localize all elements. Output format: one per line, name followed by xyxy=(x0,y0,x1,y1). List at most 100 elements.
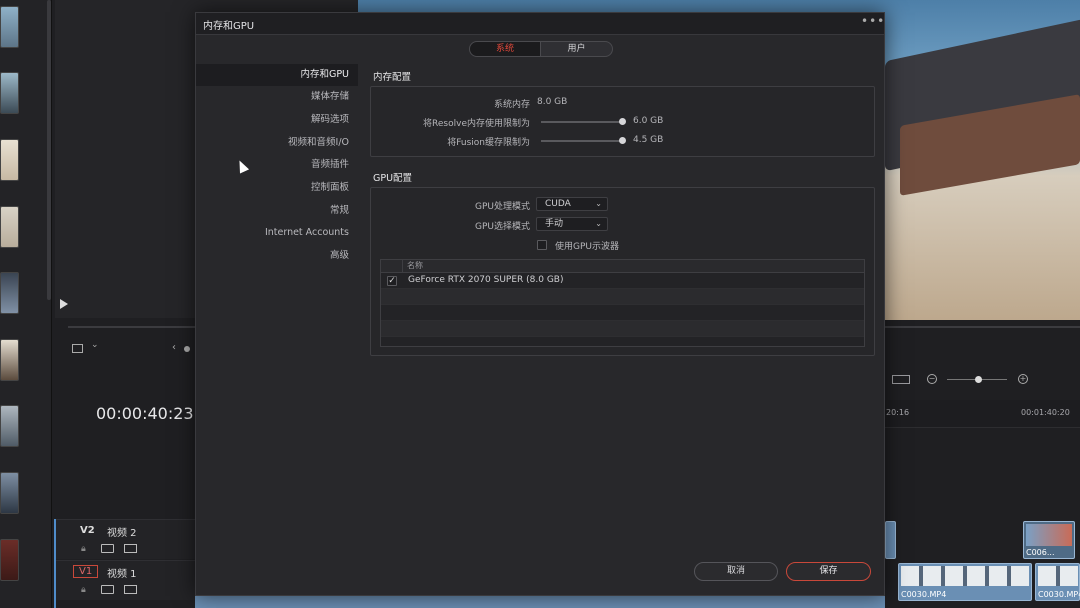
gpu-processing-mode-dropdown[interactable]: CUDA ⌄ xyxy=(536,197,608,211)
clip-thumbnail xyxy=(1038,566,1078,586)
gpu-scope-checkbox[interactable] xyxy=(537,240,547,250)
auto-select-icon[interactable] xyxy=(101,585,114,594)
nav-item-media-storage[interactable]: 媒体存储 xyxy=(196,86,358,108)
track-name: 视频 1 xyxy=(107,569,137,580)
gpu-panel: GPU处理模式 CUDA ⌄ GPU选择模式 手动 ⌄ 使用GPU示波器 名称 … xyxy=(370,187,875,356)
nav-item-advanced[interactable]: 高级 xyxy=(196,245,358,267)
fusion-cache-limit-label: 将Fusion缓存限制为 xyxy=(447,138,530,148)
section-title-memory: 内存配置 xyxy=(373,72,412,83)
fusion-cache-limit-value: 4.5 GB xyxy=(633,135,664,145)
scrollbar[interactable] xyxy=(47,0,51,300)
lock-icon[interactable]: 🔒︎ xyxy=(81,544,86,554)
chevron-down-icon[interactable]: ⌄ xyxy=(91,340,99,350)
nav-item-decode-options[interactable]: 解码选项 xyxy=(196,109,358,131)
clip-name: C0030.MP4 xyxy=(901,590,947,599)
dropdown-value: 手动 xyxy=(545,219,564,229)
track-visibility-icon[interactable] xyxy=(124,585,137,594)
timeline-view-icon[interactable] xyxy=(892,375,910,384)
section-title-gpu: GPU配置 xyxy=(373,173,413,184)
media-thumbnail[interactable] xyxy=(0,339,19,381)
auto-select-icon[interactable] xyxy=(101,544,114,553)
track-header-v1: V1 视频 1 🔒︎ xyxy=(55,560,195,600)
timeline-clip-strip[interactable] xyxy=(195,596,885,608)
media-pool-strip xyxy=(0,0,52,608)
media-thumbnail[interactable] xyxy=(0,139,19,181)
resolve-memory-slider[interactable] xyxy=(541,118,626,125)
media-thumbnail[interactable] xyxy=(0,405,19,447)
cancel-button[interactable]: 取消 xyxy=(694,562,778,581)
app-window: ⌄ ‹ 00:00:40:23 − + 20:16 00:01:40:20 V2… xyxy=(0,0,1080,608)
zoom-out-icon[interactable]: − xyxy=(927,374,937,384)
tab-system[interactable]: 系统 xyxy=(469,41,541,57)
gpu-scope-label: 使用GPU示波器 xyxy=(555,242,619,252)
timeline-clip[interactable]: C0030.MP4 xyxy=(1035,563,1080,601)
gpu-processing-mode-label: GPU处理模式 xyxy=(475,202,530,212)
jog-knob[interactable] xyxy=(184,346,190,352)
gpu-table: 名称 ✓ GeForce RTX 2070 SUPER (8.0 GB) xyxy=(380,259,865,347)
track-visibility-icon[interactable] xyxy=(124,544,137,553)
clip-name: C0030.MP4 xyxy=(1038,590,1080,599)
save-button[interactable]: 保存 xyxy=(786,562,871,581)
play-icon[interactable] xyxy=(60,299,68,309)
table-row xyxy=(381,289,864,305)
timeline-clip[interactable]: C006... xyxy=(1023,521,1075,559)
track-name: 视频 2 xyxy=(107,528,137,539)
system-memory-value: 8.0 GB xyxy=(537,97,568,107)
fusion-cache-slider[interactable] xyxy=(541,137,626,144)
preferences-dialog: 内存和GPU ••• 系统 用户 内存和GPU 媒体存储 解码选项 视频和音频I… xyxy=(195,12,885,596)
gpu-name: GeForce RTX 2070 SUPER (8.0 GB) xyxy=(408,275,564,285)
dialog-title: 内存和GPU xyxy=(203,21,255,32)
ruler-tick-label: 00:01:40:20 xyxy=(1021,408,1070,417)
table-row[interactable]: ✓ GeForce RTX 2070 SUPER (8.0 GB) xyxy=(381,273,864,289)
column-divider xyxy=(402,260,403,272)
chevron-down-icon: ⌄ xyxy=(595,199,602,208)
track-id: V2 xyxy=(80,525,95,536)
media-thumbnail[interactable] xyxy=(0,6,19,48)
resolve-memory-limit-label: 将Resolve内存使用限制为 xyxy=(423,119,530,129)
track-id[interactable]: V1 xyxy=(73,565,99,578)
clip-thumbnail xyxy=(901,566,1029,586)
resolve-memory-limit-value: 6.0 GB xyxy=(633,116,664,126)
more-options-icon[interactable]: ••• xyxy=(861,14,885,28)
gpu-selection-mode-dropdown[interactable]: 手动 ⌄ xyxy=(536,217,608,231)
chevron-down-icon: ⌄ xyxy=(595,219,602,228)
table-row xyxy=(381,321,864,337)
track-selection-bar xyxy=(54,519,56,608)
nav-item-general[interactable]: 常规 xyxy=(196,200,358,222)
table-row xyxy=(381,305,864,321)
zoom-in-icon[interactable]: + xyxy=(1018,374,1028,384)
gpu-row-checkbox[interactable]: ✓ xyxy=(387,276,397,286)
dropdown-value: CUDA xyxy=(545,199,571,209)
gpu-selection-mode-label: GPU选择模式 xyxy=(475,222,530,232)
media-thumbnail[interactable] xyxy=(0,72,19,114)
nav-item-internet-accounts[interactable]: Internet Accounts xyxy=(196,222,358,244)
ruler-tick-label: 20:16 xyxy=(886,408,910,417)
crop-icon[interactable] xyxy=(72,344,83,353)
timecode-display: 00:00:40:23 xyxy=(96,404,194,423)
media-thumbnail[interactable] xyxy=(0,472,19,514)
media-thumbnail[interactable] xyxy=(0,539,19,581)
clip-thumbnail xyxy=(1026,524,1072,546)
nav-item-control-panels[interactable]: 控制面板 xyxy=(196,177,358,199)
system-memory-label: 系统内存 xyxy=(493,100,530,110)
nav-item-audio-plugins[interactable]: 音频插件 xyxy=(196,154,358,176)
media-thumbnail[interactable] xyxy=(0,272,19,314)
tab-user[interactable]: 用户 xyxy=(540,41,613,57)
dialog-titlebar: 内存和GPU ••• xyxy=(196,13,884,35)
media-thumbnail[interactable] xyxy=(0,206,19,248)
zoom-slider-knob[interactable] xyxy=(975,376,982,383)
lock-icon[interactable]: 🔒︎ xyxy=(81,585,86,595)
timeline-zoom-controls: − + xyxy=(890,373,1040,387)
slider-knob[interactable] xyxy=(618,118,626,125)
timeline-clip[interactable]: C0030.MP4 xyxy=(898,563,1032,601)
track-header-v2: V2 视频 2 🔒︎ xyxy=(55,519,195,559)
slider-knob[interactable] xyxy=(618,137,626,144)
nav-item-video-audio-io[interactable]: 视频和音频I/O xyxy=(196,132,358,154)
timeline-ruler[interactable]: 20:16 00:01:40:20 xyxy=(885,400,1080,428)
nav-item-memory-gpu[interactable]: 内存和GPU xyxy=(196,64,358,86)
clip-name: C006... xyxy=(1026,548,1055,557)
memory-panel: 系统内存 8.0 GB 将Resolve内存使用限制为 6.0 GB 将Fusi… xyxy=(370,86,875,157)
chevron-left-icon[interactable]: ‹ xyxy=(172,342,176,353)
table-header: 名称 xyxy=(381,260,864,273)
timeline-clip[interactable] xyxy=(885,521,896,559)
